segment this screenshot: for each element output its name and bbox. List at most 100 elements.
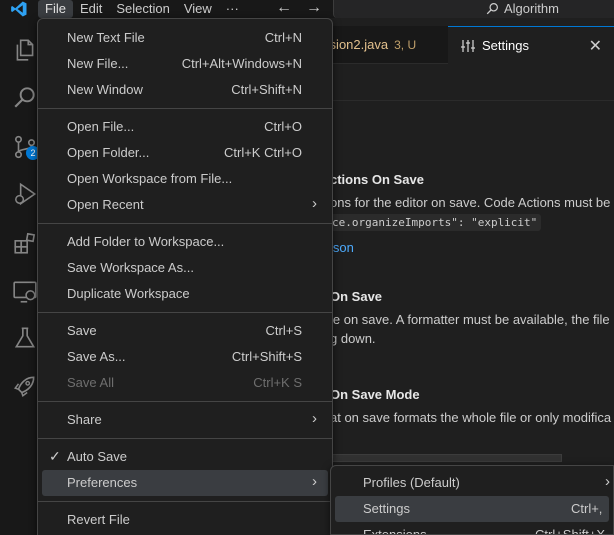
menu-separator xyxy=(38,438,332,439)
setting-code-example: ce.organizeImports": "explicit" xyxy=(328,214,542,231)
menu-item-open-workspace[interactable]: Open Workspace from File... xyxy=(42,166,328,192)
settings-editor-icon xyxy=(461,39,475,52)
menu-item-save-workspace-as[interactable]: Save Workspace As... xyxy=(42,255,328,281)
menu-item-auto-save[interactable]: ✓ Auto Save xyxy=(42,444,328,470)
menu-item-share[interactable]: Share › xyxy=(42,407,328,433)
submenu-item-label: Settings xyxy=(363,501,410,516)
explorer-icon[interactable] xyxy=(12,37,38,63)
menu-item-new-file[interactable]: New File... Ctrl+Alt+Windows+N xyxy=(42,51,328,77)
tab-settings-label: Settings xyxy=(482,38,529,53)
run-debug-icon[interactable] xyxy=(12,181,38,207)
close-icon[interactable]: ✕ xyxy=(589,36,602,56)
search-icon xyxy=(486,3,498,15)
menu-edit[interactable]: Edit xyxy=(73,0,109,18)
menu-separator xyxy=(38,108,332,109)
setting-desc-code-actions: ons for the editor on save. Code Actions… xyxy=(330,195,614,210)
menu-item-shortcut: Ctrl+K S xyxy=(253,375,302,390)
menu-item-label: Open Folder... xyxy=(67,145,150,160)
menu-file[interactable]: File xyxy=(38,0,73,18)
menu-item-preferences[interactable]: Preferences › xyxy=(42,470,328,496)
tab-settings[interactable]: Settings ✕ xyxy=(448,26,614,64)
menu-item-label: Save All xyxy=(67,375,114,390)
file-menu: New Text File Ctrl+N New File... Ctrl+Al… xyxy=(37,18,333,535)
chevron-right-icon: › xyxy=(605,473,610,490)
menu-item-label: Open Recent xyxy=(67,197,144,212)
menu-item-label: Revert File xyxy=(67,512,130,527)
menu-item-label: Open Workspace from File... xyxy=(67,171,233,186)
menu-item-duplicate-workspace[interactable]: Duplicate Workspace xyxy=(42,281,328,307)
menu-item-save-as[interactable]: Save As... Ctrl+Shift+S xyxy=(42,344,328,370)
command-center-search[interactable]: Algorithm xyxy=(486,1,559,16)
menu-item-open-folder[interactable]: Open Folder... Ctrl+K Ctrl+O xyxy=(42,140,328,166)
setting-title-format-on-save: On Save xyxy=(330,289,383,304)
menu-separator xyxy=(38,312,332,313)
search-icon[interactable] xyxy=(12,84,38,110)
menu-item-label: Share xyxy=(67,412,102,427)
menu-item-shortcut: Ctrl+N xyxy=(264,30,302,45)
workspace-name: Algorithm xyxy=(504,1,559,16)
remote-explorer-icon[interactable] xyxy=(12,279,38,305)
menu-view[interactable]: View xyxy=(177,0,219,18)
menu-item-label: Add Folder to Workspace... xyxy=(67,234,225,249)
menu-item-open-recent[interactable]: Open Recent › xyxy=(42,192,328,218)
submenu-item-label: Extensions xyxy=(363,527,427,535)
menu-item-add-folder-to-workspace[interactable]: Add Folder to Workspace... xyxy=(42,229,328,255)
menu-item-open-file[interactable]: Open File... Ctrl+O xyxy=(42,114,328,140)
menu-item-label: New Text File xyxy=(67,30,145,45)
setting-title-format-on-save-mode: On Save Mode xyxy=(330,387,420,402)
menu-item-label: Open File... xyxy=(67,119,135,134)
forward-arrow-icon[interactable]: → xyxy=(306,0,322,16)
navigation-arrows: ← → xyxy=(276,0,322,16)
vscode-logo-icon xyxy=(11,1,27,17)
menu-separator xyxy=(38,501,332,502)
rocket-icon[interactable] xyxy=(12,373,38,399)
menu-item-label: New File... xyxy=(67,56,129,71)
setting-desc-format-on-save: le on save. A formatter must be availabl… xyxy=(330,312,610,327)
submenu-item-label: Profiles (Default) xyxy=(363,475,460,490)
submenu-item-shortcut: Ctrl+, xyxy=(571,501,603,516)
menu-item-label: Auto Save xyxy=(67,449,127,464)
testing-icon[interactable] xyxy=(12,325,38,351)
menu-item-new-text-file[interactable]: New Text File Ctrl+N xyxy=(42,25,328,51)
submenu-item-extensions[interactable]: Extensions Ctrl+Shift+X xyxy=(335,522,609,535)
submenu-item-settings[interactable]: Settings Ctrl+, xyxy=(335,496,609,522)
setting-desc-format-on-save-2: g down. xyxy=(330,331,376,346)
menu-item-shortcut: Ctrl+O xyxy=(264,119,302,134)
chevron-right-icon: › xyxy=(312,195,317,212)
menu-item-revert-file[interactable]: Revert File xyxy=(42,507,328,533)
menu-item-shortcut: Ctrl+S xyxy=(265,323,302,338)
menu-item-label: Save Workspace As... xyxy=(67,260,194,275)
chevron-right-icon: › xyxy=(312,410,317,427)
submenu-item-shortcut: Ctrl+Shift+X xyxy=(535,527,606,535)
menu-item-label: Duplicate Workspace xyxy=(67,286,190,301)
tab-java-file-status: 3, U xyxy=(394,38,417,52)
menu-bar: File Edit Selection View ··· xyxy=(38,0,246,18)
preferences-submenu: Profiles (Default) › Settings Ctrl+, Ext… xyxy=(330,465,614,535)
command-center[interactable]: Algorithm xyxy=(333,0,614,18)
menu-more[interactable]: ··· xyxy=(219,0,246,18)
menu-item-shortcut: Ctrl+K Ctrl+O xyxy=(223,145,302,160)
menu-item-save-all: Save All Ctrl+K S xyxy=(42,370,328,396)
menu-item-shortcut: Ctrl+Alt+Windows+N xyxy=(181,56,302,71)
format-mode-dropdown[interactable] xyxy=(330,454,562,462)
title-bar: File Edit Selection View ··· ← → Algorit… xyxy=(0,0,614,18)
menu-separator xyxy=(38,401,332,402)
menu-selection[interactable]: Selection xyxy=(109,0,176,18)
setting-desc-format-on-save-mode: at on save formats the whole file or onl… xyxy=(330,410,612,425)
menu-item-save[interactable]: Save Ctrl+S xyxy=(42,318,328,344)
submenu-item-profiles[interactable]: Profiles (Default) › xyxy=(335,470,610,496)
menu-item-label: New Window xyxy=(67,82,143,97)
menu-separator xyxy=(38,223,332,224)
menu-item-label: Save As... xyxy=(67,349,126,364)
menu-item-shortcut: Ctrl+Shift+S xyxy=(231,349,302,364)
back-arrow-icon[interactable]: ← xyxy=(276,0,292,16)
extensions-icon[interactable] xyxy=(12,230,38,256)
menu-item-label: Save xyxy=(67,323,97,338)
chevron-right-icon: › xyxy=(312,473,317,490)
menu-item-new-window[interactable]: New Window Ctrl+Shift+N xyxy=(42,77,328,103)
setting-title-code-actions: ctions On Save xyxy=(330,172,424,187)
menu-item-shortcut: Ctrl+Shift+N xyxy=(231,82,302,97)
checkmark-icon: ✓ xyxy=(49,448,61,464)
menu-item-label: Preferences xyxy=(67,475,138,490)
edit-in-settings-json-link[interactable]: json xyxy=(330,240,354,255)
